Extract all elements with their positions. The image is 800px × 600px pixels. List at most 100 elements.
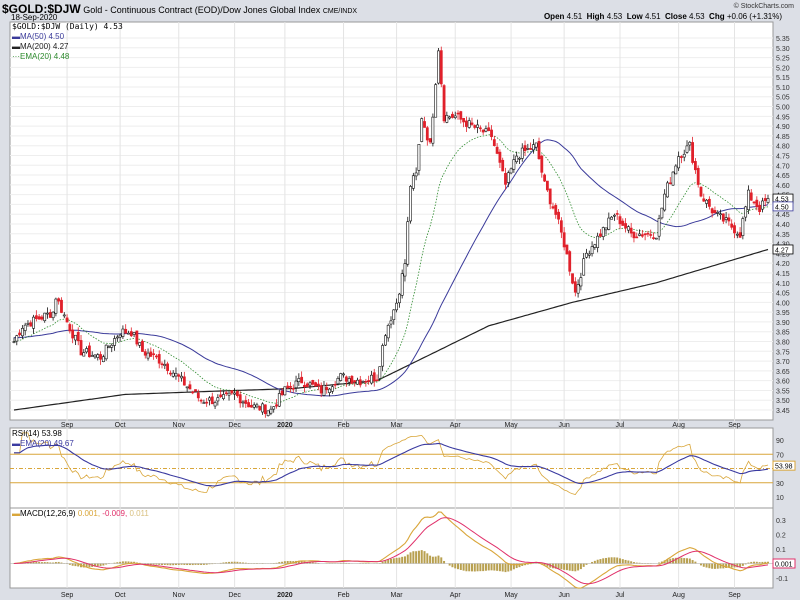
month-label: Mar <box>391 592 404 599</box>
candle-body <box>568 251 572 272</box>
candle-body <box>721 213 725 222</box>
candle-body <box>752 201 756 204</box>
macd-histogram-bar <box>482 563 485 572</box>
candle-body <box>392 309 396 321</box>
month-label: 2020 <box>277 592 293 599</box>
candle-body <box>113 338 116 346</box>
rsi-tick-label: 30 <box>776 481 784 488</box>
macd-histogram-bar <box>124 561 127 564</box>
candle-body <box>702 198 706 202</box>
candle-body <box>132 332 136 335</box>
candle-body <box>325 387 329 391</box>
macd-histogram-bar <box>691 560 694 564</box>
candle-body <box>610 216 614 220</box>
candle-body <box>537 141 541 160</box>
macd-histogram-bar <box>560 563 563 570</box>
legend-signal-value: -0.009, <box>102 509 128 518</box>
candle-body <box>152 353 156 356</box>
month-label: Jul <box>616 592 625 599</box>
candle-body <box>425 127 429 141</box>
legend-ema20-text: EMA(20) 4.48 <box>20 52 70 61</box>
macd-histogram-bar <box>711 563 714 569</box>
month-label: May <box>504 422 518 429</box>
candle-body <box>291 388 295 390</box>
macd-panel[interactable] <box>9 507 774 589</box>
candle-body <box>68 324 72 332</box>
month-label: Sep <box>61 592 74 599</box>
price-tick-label: 3.50 <box>776 398 790 405</box>
candle-body <box>277 393 281 407</box>
month-label: Sep <box>728 422 741 429</box>
candle-body <box>453 115 457 118</box>
candle-body <box>344 376 348 382</box>
price-tick-label: 4.80 <box>776 144 790 151</box>
price-tick-label: 4.70 <box>776 163 790 170</box>
candle-body <box>339 373 343 381</box>
candle-body <box>741 218 745 236</box>
macd-histogram-bar <box>443 560 446 564</box>
macd-histogram-bar <box>440 557 443 564</box>
candle-body <box>439 50 443 85</box>
legend-rsi-ema: ▬EMA(20) 49.67 <box>12 439 74 448</box>
candle-body <box>149 351 153 357</box>
candle-body <box>29 322 33 327</box>
candle-body <box>90 355 94 357</box>
candle-body <box>451 113 454 118</box>
legend-rsi: RSI(14) 53.98 <box>12 429 62 438</box>
candle-body <box>157 354 161 364</box>
macd-histogram-bar <box>593 560 596 564</box>
candle-body <box>236 391 239 397</box>
price-tick-label: 4.10 <box>776 281 790 288</box>
candle-body <box>15 335 19 342</box>
candle-body <box>643 233 647 236</box>
candle-body <box>311 380 315 385</box>
rsi-tick-label: 90 <box>776 438 784 445</box>
candle-body <box>749 192 753 201</box>
candle-body <box>548 188 552 205</box>
macd-histogram-bar <box>102 563 105 566</box>
candle-body <box>233 392 237 395</box>
candle-body <box>174 372 178 377</box>
candle-body <box>428 138 432 143</box>
candle-body <box>378 366 382 379</box>
candle-body <box>515 155 519 163</box>
price-tick-label: 4.60 <box>776 183 790 190</box>
candle-body <box>238 394 242 404</box>
candle-body <box>691 142 695 163</box>
macd-histogram-bar <box>577 563 580 571</box>
candle-body <box>191 391 195 394</box>
macd-histogram-bar <box>507 563 510 572</box>
candle-body <box>208 397 211 401</box>
candle-body <box>180 375 183 379</box>
candle-body <box>635 236 639 239</box>
price-tick-label: 4.75 <box>776 153 790 160</box>
macd-histogram-bar <box>468 563 471 572</box>
candle-body <box>18 332 21 336</box>
macd-histogram-bar <box>409 552 412 564</box>
candle-body <box>46 312 49 315</box>
candle-body <box>124 328 128 334</box>
candle-body <box>118 334 122 338</box>
candle-body <box>60 299 63 313</box>
candle-body <box>219 394 223 398</box>
candle-body <box>682 153 686 158</box>
macd-histogram-bar <box>121 561 124 564</box>
legend-ema20: ···EMA(20) 4.48 <box>12 52 70 61</box>
price-tick-label: 4.90 <box>776 124 790 131</box>
candle-body <box>199 399 203 402</box>
candle-body <box>638 233 641 236</box>
month-label: Feb <box>337 592 349 599</box>
candle-body <box>551 206 555 209</box>
candle-body <box>297 378 301 382</box>
candle-body <box>342 373 345 376</box>
candle-body <box>143 351 147 356</box>
candle-body <box>618 216 622 225</box>
candle-body <box>526 148 530 150</box>
candle-body <box>308 382 312 386</box>
candle-body <box>761 200 764 210</box>
macd-histogram-bar <box>605 557 608 564</box>
candle-body <box>599 233 602 237</box>
candle-body <box>188 384 192 390</box>
legend-ma50: ▬MA(50) 4.50 <box>12 32 65 41</box>
candle-body <box>202 402 206 404</box>
